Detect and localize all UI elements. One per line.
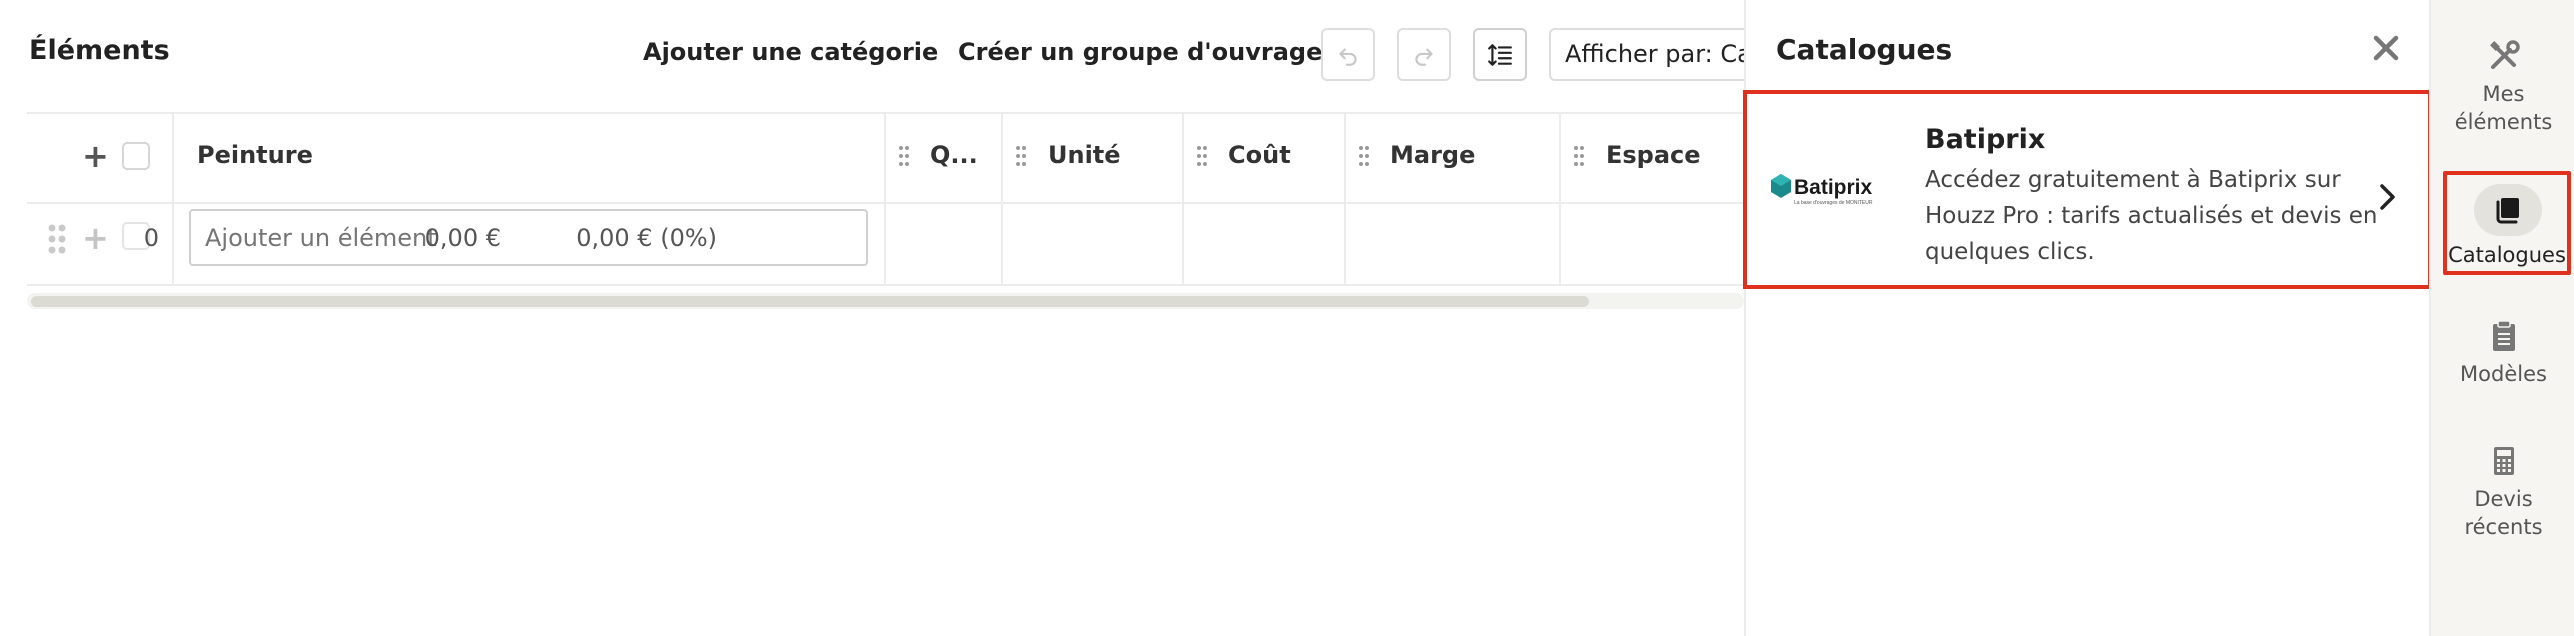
batiprix-logo: Batiprix La base d'ouvrages de MONITEUR — [1771, 174, 1873, 206]
column-header-space[interactable]: Espace — [1606, 141, 1701, 169]
scrollbar-thumb[interactable] — [31, 296, 1589, 307]
rail-item-label: Modèles — [2460, 362, 2547, 386]
column-drag-handle-icon[interactable] — [1196, 145, 1208, 167]
rail-item-label: Catalogues — [2448, 243, 2566, 267]
column-header-category[interactable]: Peinture — [197, 141, 313, 169]
column-header-unit[interactable]: Unité — [1048, 141, 1121, 169]
rail-item-label: Mes éléments — [2454, 82, 2553, 134]
catalog-description: Accédez gratuitement à Batiprix sur Houz… — [1925, 167, 2378, 265]
catalogues-panel: Catalogues Batiprix La base d'ouvrages d… — [1743, 0, 2432, 636]
rail-item-recent-quotes[interactable]: Devis récents — [2431, 443, 2574, 541]
undo-button[interactable] — [1321, 28, 1375, 81]
column-drag-handle-icon[interactable] — [898, 145, 910, 167]
redo-icon — [1415, 48, 1433, 66]
column-header-quantity[interactable]: Q... — [930, 141, 978, 169]
rail-item-templates[interactable]: Modèles — [2431, 318, 2574, 388]
grid-divider — [884, 112, 886, 286]
panel-title: Catalogues — [1776, 33, 1953, 66]
active-item-highlight — [2474, 184, 2542, 236]
column-header-margin[interactable]: Marge — [1390, 141, 1475, 169]
rail-item-my-elements[interactable]: Mes éléments — [2431, 38, 2574, 136]
book-icon — [2496, 198, 2519, 224]
chevron-right-icon — [2380, 184, 2395, 210]
line-height-icon — [1488, 43, 1512, 66]
close-icon[interactable] — [2366, 28, 2406, 68]
rail-item-label: Devis récents — [2464, 487, 2543, 539]
add-subrow-icon[interactable]: + — [82, 222, 109, 254]
grid-divider — [1559, 112, 1561, 286]
row-drag-handle-icon[interactable] — [48, 224, 66, 254]
cost-cell[interactable]: 0,00 € — [425, 224, 501, 252]
margin-cell[interactable]: 0,00 € (0%) — [576, 224, 717, 252]
page-title: Éléments — [29, 35, 170, 66]
svg-text:Batiprix: Batiprix — [1794, 176, 1873, 199]
rail-item-catalogues[interactable]: Catalogues — [2443, 171, 2571, 275]
grid-divider — [172, 112, 174, 286]
add-category-button[interactable]: Ajouter une catégorie — [643, 38, 938, 66]
tools-icon — [2489, 40, 2520, 69]
estimate-editor: Éléments Ajouter une catégorie Créer un … — [0, 0, 1744, 636]
catalog-name: Batiprix — [1925, 124, 2046, 155]
clipboard-icon — [2492, 320, 2515, 351]
calculator-icon — [2493, 447, 2514, 475]
undo-icon — [1339, 48, 1357, 66]
redo-button[interactable] — [1397, 28, 1451, 81]
grid-divider — [1001, 112, 1003, 286]
grid-divider — [1182, 112, 1184, 286]
quantity-cell[interactable]: 0 — [144, 224, 159, 252]
column-drag-handle-icon[interactable] — [1358, 145, 1370, 167]
column-drag-handle-icon[interactable] — [1573, 145, 1585, 167]
select-all-checkbox[interactable] — [122, 142, 150, 170]
batiprix-catalog-card[interactable]: Batiprix La base d'ouvrages de MONITEUR … — [1743, 90, 2432, 289]
svg-text:La base d'ouvrages de MONITEUR: La base d'ouvrages de MONITEUR — [1794, 200, 1873, 206]
right-rail: Mes éléments Catalogues Modèles Devis ré… — [2429, 0, 2574, 636]
row-density-button[interactable] — [1473, 28, 1527, 81]
view-by-select[interactable]: Afficher par: Ca — [1549, 28, 1744, 81]
column-drag-handle-icon[interactable] — [1015, 145, 1027, 167]
add-row-icon[interactable]: + — [82, 140, 109, 172]
add-element-input[interactable] — [189, 209, 868, 266]
grid-divider — [1344, 112, 1346, 286]
create-group-button[interactable]: Créer un groupe d'ouvrages — [958, 38, 1337, 66]
column-header-cost[interactable]: Coût — [1228, 141, 1291, 169]
